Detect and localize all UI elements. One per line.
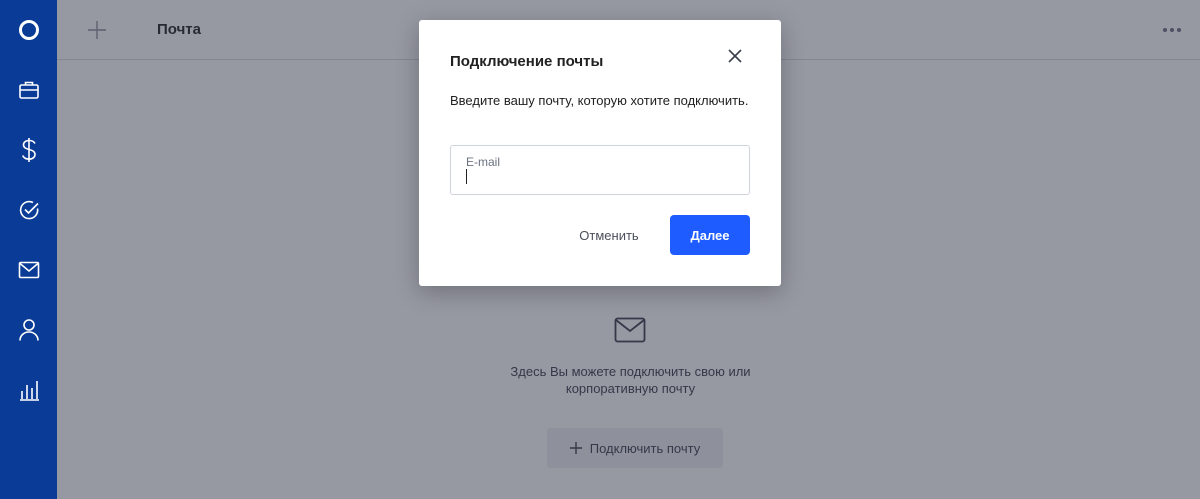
sidebar bbox=[0, 0, 57, 499]
mail-icon[interactable] bbox=[0, 250, 57, 290]
dollar-icon[interactable] bbox=[0, 130, 57, 170]
close-icon[interactable] bbox=[725, 46, 745, 66]
person-icon[interactable] bbox=[0, 310, 57, 350]
next-button[interactable]: Далее bbox=[670, 215, 750, 255]
cancel-button[interactable]: Отменить bbox=[569, 215, 649, 255]
bar-chart-icon[interactable] bbox=[0, 370, 57, 410]
dialog-description: Введите вашу почту, которую хотите подкл… bbox=[450, 93, 749, 108]
ring-logo-icon[interactable] bbox=[0, 10, 57, 50]
dialog-title: Подключение почты bbox=[450, 53, 604, 70]
check-circle-icon[interactable] bbox=[0, 190, 57, 230]
email-label: E-mail bbox=[466, 155, 501, 169]
email-input[interactable] bbox=[466, 168, 736, 186]
briefcase-icon[interactable] bbox=[0, 70, 57, 110]
connect-mail-dialog: Подключение почты Введите вашу почту, ко… bbox=[419, 20, 781, 286]
email-field[interactable]: E-mail bbox=[450, 145, 750, 195]
